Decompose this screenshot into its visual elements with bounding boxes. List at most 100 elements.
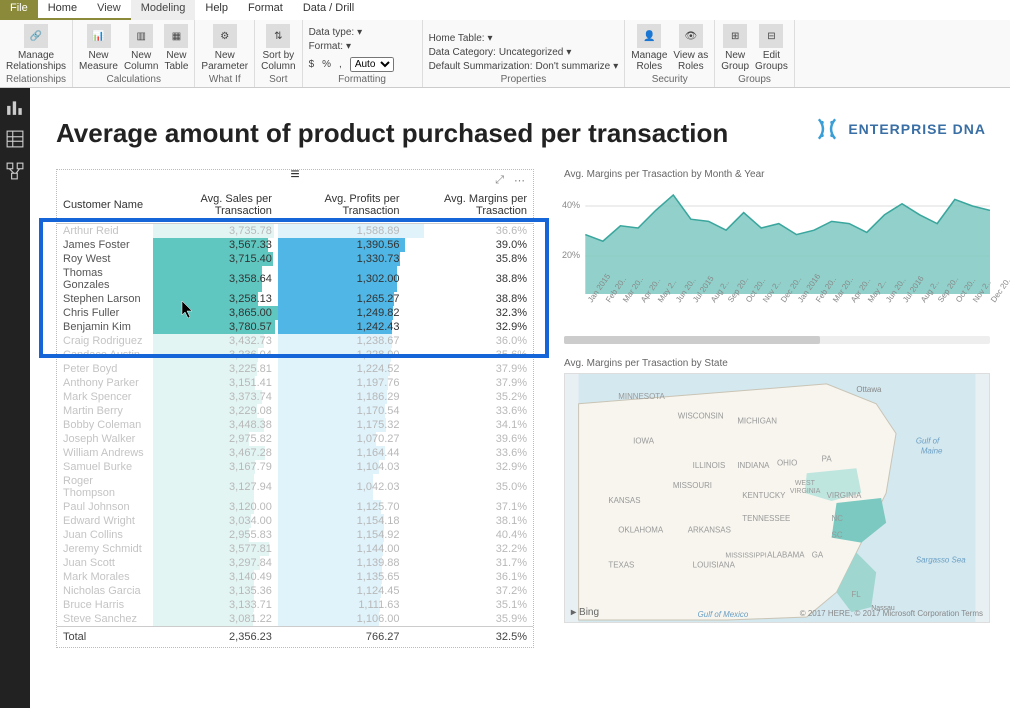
cell-sales: 3,140.49 bbox=[153, 570, 278, 584]
focus-mode-icon[interactable]: ⤢ bbox=[495, 174, 504, 187]
svg-text:ARKANSAS: ARKANSAS bbox=[688, 526, 731, 535]
xtick: Apr 20.. bbox=[849, 298, 857, 304]
cell-sales: 3,467.28 bbox=[153, 446, 278, 460]
svg-text:GA: GA bbox=[812, 551, 824, 560]
sort-by-column-button[interactable]: ⇅Sort by Column bbox=[261, 24, 295, 72]
table-row[interactable]: Juan Scott3,297.841,139.8831.7% bbox=[57, 556, 533, 570]
svg-text:INDIANA: INDIANA bbox=[737, 461, 770, 470]
comma-button[interactable]: , bbox=[339, 59, 342, 70]
table-row[interactable]: Mark Spencer3,373.741,186.2935.2% bbox=[57, 390, 533, 404]
tab-format[interactable]: Format bbox=[238, 0, 293, 20]
drag-handle-icon[interactable]: ≡ bbox=[282, 168, 308, 182]
cell-sales: 3,577.81 bbox=[153, 542, 278, 556]
cell-margin: 35.6% bbox=[406, 348, 534, 362]
table-row[interactable]: Paul Johnson3,120.001,125.7037.1% bbox=[57, 500, 533, 514]
manage-relationships-button[interactable]: 🔗 Manage Relationships bbox=[6, 24, 66, 72]
cell-profits: 1,125.70 bbox=[278, 500, 406, 514]
manage-roles-button[interactable]: 👤Manage Roles bbox=[631, 24, 667, 72]
measure-icon: 📊 bbox=[87, 24, 111, 48]
cell-margin: 36.1% bbox=[406, 570, 534, 584]
table-row[interactable]: Arthur Reid3,735.781,588.8936.6% bbox=[57, 224, 533, 239]
cell-name: Martin Berry bbox=[57, 404, 153, 418]
data-category-value[interactable]: Uncategorized bbox=[499, 47, 563, 58]
svg-text:ILLINOIS: ILLINOIS bbox=[693, 461, 726, 470]
percent-button[interactable]: % bbox=[322, 59, 331, 70]
table-row[interactable]: Steve Sanchez3,081.221,106.0035.9% bbox=[57, 612, 533, 627]
tab-data-drill[interactable]: Data / Drill bbox=[293, 0, 364, 20]
svg-text:WEST: WEST bbox=[795, 480, 816, 487]
cell-profits: 1,154.18 bbox=[278, 514, 406, 528]
cell-margin: 37.2% bbox=[406, 584, 534, 598]
svg-text:KANSAS: KANSAS bbox=[608, 496, 640, 505]
table-row[interactable]: Candace Austin3,236.041,228.9035.6% bbox=[57, 348, 533, 362]
tab-file[interactable]: File bbox=[0, 0, 38, 20]
decimal-places-select[interactable]: Auto bbox=[350, 57, 394, 72]
table-row[interactable]: Benjamin Kim3,780.571,242.4332.9% bbox=[57, 320, 533, 334]
table-row[interactable]: Mark Morales3,140.491,135.6536.1% bbox=[57, 570, 533, 584]
cell-sales: 3,448.38 bbox=[153, 418, 278, 432]
cell-name: Joseph Walker bbox=[57, 432, 153, 446]
cell-name: William Andrews bbox=[57, 446, 153, 460]
xtick: Jan 2015 bbox=[586, 298, 594, 304]
area-chart-visual[interactable]: Avg. Margins per Trasaction by Month & Y… bbox=[564, 169, 990, 344]
cell-margin: 33.6% bbox=[406, 404, 534, 418]
datatype-dropdown[interactable]: ▾ bbox=[357, 27, 362, 38]
table-row[interactable]: Craig Rodriguez3,432.731,238.6736.0% bbox=[57, 334, 533, 348]
new-group-button[interactable]: ⊞New Group bbox=[721, 24, 749, 72]
report-view-icon[interactable] bbox=[6, 98, 24, 116]
home-table-dropdown[interactable]: ▾ bbox=[488, 33, 493, 44]
table-row[interactable]: Samuel Burke3,167.791,104.0332.9% bbox=[57, 460, 533, 474]
cell-margin: 35.8% bbox=[406, 252, 534, 266]
edit-groups-button[interactable]: ⊟Edit Groups bbox=[755, 24, 788, 72]
chart-scrollbar[interactable] bbox=[564, 336, 990, 344]
table-row[interactable]: Roy West3,715.401,330.7335.8% bbox=[57, 252, 533, 266]
col-margins[interactable]: Avg. Margins per Trasaction bbox=[406, 187, 534, 224]
view-switcher bbox=[0, 88, 30, 708]
cell-profits: 1,238.67 bbox=[278, 334, 406, 348]
more-options-icon[interactable]: ⋯ bbox=[514, 174, 525, 187]
default-sum-value[interactable]: Don't summarize bbox=[536, 61, 611, 72]
tab-modeling[interactable]: Modeling bbox=[131, 0, 196, 20]
new-measure-button[interactable]: 📊New Measure bbox=[79, 24, 118, 72]
new-parameter-button[interactable]: ⚙New Parameter bbox=[201, 24, 248, 72]
table-row[interactable]: Juan Collins2,955.831,154.9240.4% bbox=[57, 528, 533, 542]
tab-home[interactable]: Home bbox=[38, 0, 87, 20]
table-row[interactable]: Jeremy Schmidt3,577.811,144.0032.2% bbox=[57, 542, 533, 556]
table-row[interactable]: William Andrews3,467.281,164.4433.6% bbox=[57, 446, 533, 460]
tab-view[interactable]: View bbox=[87, 0, 131, 20]
format-dropdown[interactable]: ▾ bbox=[346, 41, 351, 52]
table-row[interactable]: James Foster3,567.331,390.5639.0% bbox=[57, 238, 533, 252]
table-visual[interactable]: ≡ ⤢ ⋯ Customer Name Avg. Sales per Trans… bbox=[56, 169, 534, 648]
table-row[interactable]: Anthony Parker3,151.411,197.7637.9% bbox=[57, 376, 533, 390]
xtick: Jul 2015 bbox=[691, 298, 699, 304]
col-customer[interactable]: Customer Name bbox=[57, 187, 153, 224]
table-row[interactable]: Nicholas Garcia3,135.361,124.4537.2% bbox=[57, 584, 533, 598]
cell-profits: 1,249.82 bbox=[278, 306, 406, 320]
column-icon: ▥ bbox=[129, 24, 153, 48]
data-view-icon[interactable] bbox=[6, 130, 24, 148]
table-row[interactable]: Bobby Coleman3,448.381,175.3234.1% bbox=[57, 418, 533, 432]
table-row[interactable]: Roger Thompson3,127.941,042.0335.0% bbox=[57, 474, 533, 500]
col-sales[interactable]: Avg. Sales per Transaction bbox=[153, 187, 278, 224]
currency-button[interactable]: $ bbox=[309, 59, 315, 70]
cell-profits: 1,164.44 bbox=[278, 446, 406, 460]
table-row[interactable]: Bruce Harris3,133.711,111.6335.1% bbox=[57, 598, 533, 612]
map-visual[interactable]: Avg. Margins per Trasaction by State MIN… bbox=[564, 358, 990, 623]
table-row[interactable]: Thomas Gonzales3,358.641,302.0038.8% bbox=[57, 266, 533, 292]
new-column-button[interactable]: ▥New Column bbox=[124, 24, 158, 72]
new-table-button[interactable]: ▦New Table bbox=[164, 24, 188, 72]
view-as-roles-button[interactable]: 👁View as Roles bbox=[673, 24, 708, 72]
dna-icon bbox=[814, 116, 840, 142]
col-profits[interactable]: Avg. Profits per Transaction bbox=[278, 187, 406, 224]
table-row[interactable]: Chris Fuller3,865.001,249.8232.3% bbox=[57, 306, 533, 320]
table-row[interactable]: Stephen Larson3,258.131,265.2738.8% bbox=[57, 292, 533, 306]
table-row[interactable]: Joseph Walker2,975.821,070.2739.6% bbox=[57, 432, 533, 446]
model-view-icon[interactable] bbox=[6, 162, 24, 180]
table-row[interactable]: Martin Berry3,229.081,170.5433.6% bbox=[57, 404, 533, 418]
cell-name: Nicholas Garcia bbox=[57, 584, 153, 598]
table-row[interactable]: Edward Wright3,034.001,154.1838.1% bbox=[57, 514, 533, 528]
tab-help[interactable]: Help bbox=[195, 0, 238, 20]
home-table-label: Home Table: bbox=[429, 33, 485, 44]
table-row[interactable]: Peter Boyd3,225.811,224.5237.9% bbox=[57, 362, 533, 376]
cell-margin: 35.1% bbox=[406, 598, 534, 612]
